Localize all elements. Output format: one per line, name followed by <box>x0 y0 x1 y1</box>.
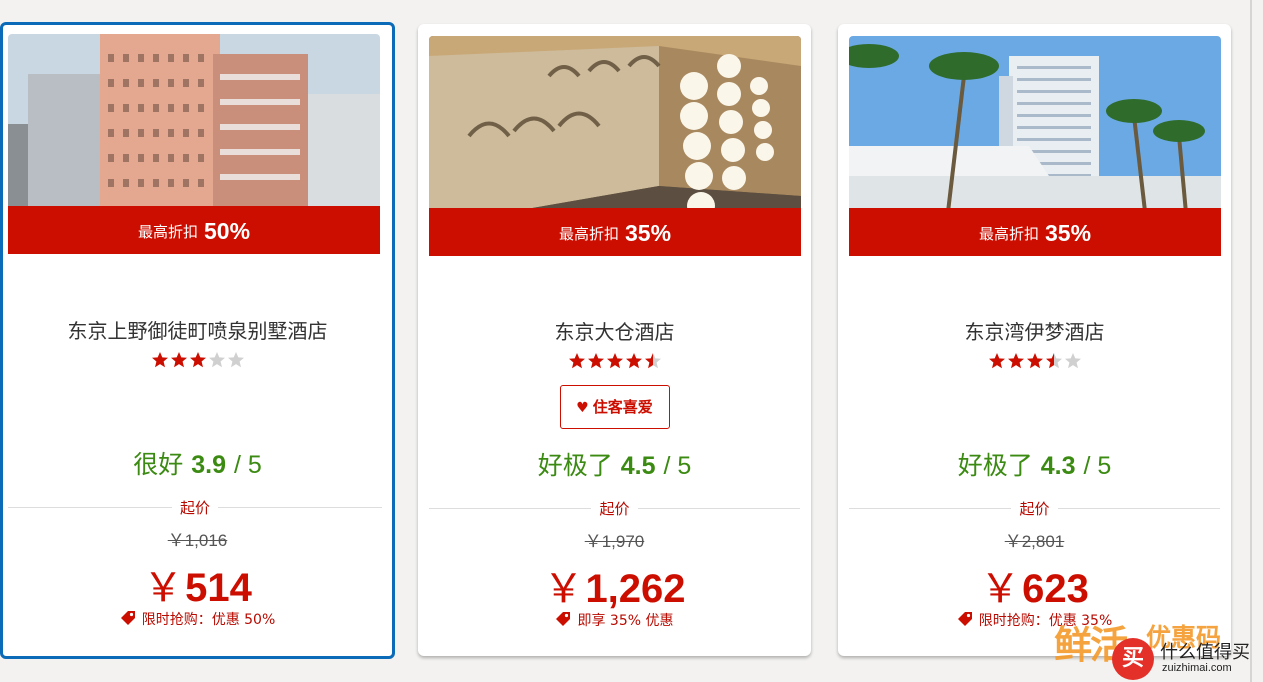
star-icon <box>988 353 1005 369</box>
guest-rating: 好极了 4.3 / 5 <box>838 446 1231 482</box>
price-tag-icon <box>120 611 135 625</box>
deal-text: 即享 35% 优惠 <box>577 613 674 629</box>
rating-word: 好极了 <box>957 451 1033 480</box>
star-icon <box>1026 353 1043 369</box>
current-price[interactable]: ￥1,262 <box>418 556 811 614</box>
heart-icon: ♥ <box>576 400 589 416</box>
deal-text: 限时抢购：优惠 50% <box>141 612 276 628</box>
hotel-photo[interactable]: 最高折扣 35% <box>429 36 801 256</box>
badge-label: 住客喜爱 <box>592 398 653 416</box>
watermark-logo-icon: 买 <box>1112 638 1154 680</box>
rating-outof: / 5 <box>1083 452 1112 480</box>
star-icon <box>189 352 206 368</box>
hotel-photo[interactable]: 最高折扣 35% <box>849 36 1221 256</box>
rating-score: 4.3 <box>1040 452 1076 480</box>
from-price-divider: 起价 <box>8 497 382 517</box>
hotel-card-3[interactable]: 最高折扣 35% 东京湾伊梦酒店 好极了 4.3 / 5 起价 ￥2,801 ￥6… <box>838 24 1231 656</box>
deal-note: 限时抢购：优惠 50% <box>3 609 392 629</box>
guest-rating: 好极了 4.5 / 5 <box>418 446 811 482</box>
discount-band: 最高折扣 35% <box>849 208 1221 256</box>
original-price: ￥1,970 <box>584 532 645 551</box>
from-price-divider: 起价 <box>849 498 1220 518</box>
currency-symbol: ￥ <box>980 567 1021 611</box>
from-label: 起价 <box>171 499 218 517</box>
price-value: 623 <box>1022 567 1089 611</box>
watermark-site-name: 什么值得买 <box>1160 642 1250 663</box>
discount-value: 35% <box>1044 220 1092 246</box>
deal-note: 即享 35% 优惠 <box>418 610 811 630</box>
rating-word: 好极了 <box>537 451 613 480</box>
star-icon <box>170 352 187 368</box>
star-icon <box>1064 353 1081 369</box>
hotel-name[interactable]: 东京湾伊梦酒店 <box>838 316 1231 345</box>
rating-word: 很好 <box>133 450 184 479</box>
watermark-site-url: zuizhimai.com <box>1162 662 1232 674</box>
star-icon <box>625 353 642 369</box>
currency-symbol: ￥ <box>543 567 584 611</box>
star-rating <box>418 352 811 372</box>
price-value: 1,262 <box>585 567 686 611</box>
guest-favorite-badge: ♥ 住客喜爱 <box>559 385 670 429</box>
rating-score: 4.5 <box>620 452 656 480</box>
star-icon <box>568 353 585 369</box>
hotel-name[interactable]: 东京大仓酒店 <box>418 316 811 345</box>
original-price: ￥1,016 <box>167 531 228 550</box>
rating-outof: / 5 <box>233 451 262 479</box>
star-icon <box>227 352 244 368</box>
guest-rating: 很好 3.9 / 5 <box>3 445 392 481</box>
current-price[interactable]: ￥514 <box>3 555 392 613</box>
hotel-photo[interactable]: 最高折扣 50% <box>8 34 380 254</box>
currency-symbol: ￥ <box>143 566 184 610</box>
current-price[interactable]: ￥623 <box>838 556 1231 614</box>
hotel-card-2[interactable]: 最高折扣 35% 东京大仓酒店 ♥ 住客喜爱 好极了 4.5 / 5 起价 ￥1,9… <box>418 24 811 656</box>
discount-value: 35% <box>624 220 672 246</box>
star-icon <box>1007 353 1024 369</box>
original-price: ￥2,801 <box>1004 532 1065 551</box>
star-icon <box>606 353 623 369</box>
discount-band: 最高折扣 50% <box>8 206 380 254</box>
from-price-divider: 起价 <box>429 498 800 518</box>
star-icon <box>208 352 225 368</box>
discount-value: 50% <box>203 218 251 244</box>
page-right-border <box>1250 0 1252 682</box>
star-icon <box>587 353 604 369</box>
price-tag-icon <box>556 612 571 626</box>
hotel-card-1[interactable]: 最高折扣 50% 东京上野御徒町喷泉别墅酒店 很好 3.9 / 5 起价 ￥1,0… <box>0 22 395 659</box>
from-label: 起价 <box>1011 500 1058 518</box>
star-rating <box>3 351 392 371</box>
rating-score: 3.9 <box>191 451 226 479</box>
star-rating <box>838 352 1231 372</box>
price-tag-icon <box>957 612 972 626</box>
hotel-name[interactable]: 东京上野御徒町喷泉别墅酒店 <box>3 315 392 344</box>
discount-label: 最高折扣 <box>137 223 198 241</box>
from-label: 起价 <box>591 500 638 518</box>
rating-outof: / 5 <box>663 452 692 480</box>
discount-band: 最高折扣 35% <box>429 208 801 256</box>
site-watermark: 鲜活 优惠码 买 什么值得买 zuizhimai.com <box>1048 614 1263 682</box>
star-icon <box>644 353 661 369</box>
discount-label: 最高折扣 <box>978 225 1039 243</box>
discount-label: 最高折扣 <box>558 225 619 243</box>
star-icon <box>1045 353 1062 369</box>
price-value: 514 <box>185 566 252 610</box>
star-icon <box>151 352 168 368</box>
